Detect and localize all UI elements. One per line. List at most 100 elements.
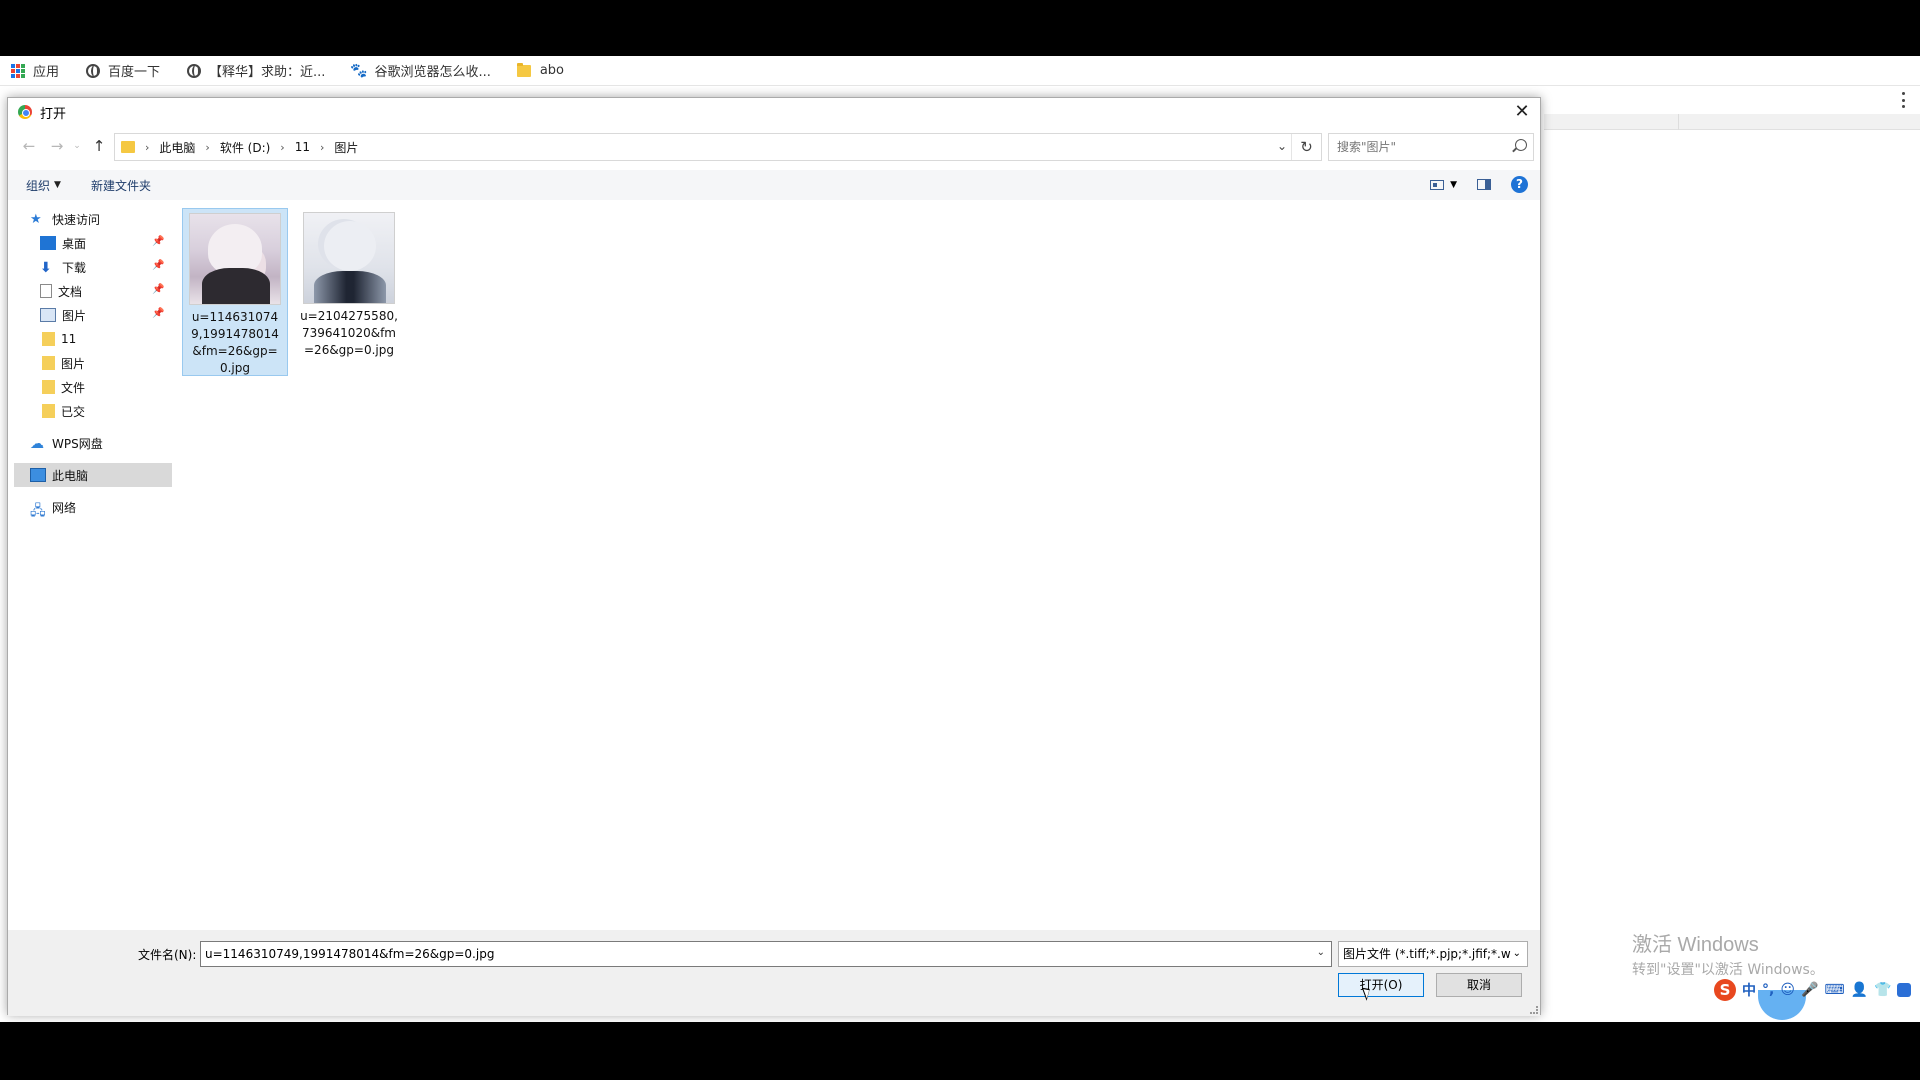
caret-down-icon[interactable]: ▼ (1450, 180, 1457, 190)
image-thumbnail (189, 213, 281, 305)
chevron-right-icon[interactable]: › (320, 141, 324, 154)
forward-arrow-icon[interactable]: → (48, 136, 66, 156)
filename-combobox[interactable]: ⌄ (200, 941, 1332, 967)
download-arrow-icon: ⬇ (40, 260, 52, 276)
chevron-down-icon: ⌄ (1510, 942, 1521, 966)
breadcrumb-folder-11[interactable]: 11 (295, 140, 310, 154)
breadcrumb-this-pc[interactable]: 此电脑 (159, 139, 195, 156)
skin-icon[interactable]: 👕 (1874, 982, 1891, 998)
breadcrumb-pictures[interactable]: 图片 (334, 139, 358, 156)
bookmark-label: abo (539, 63, 565, 78)
sidebar-item-downloads[interactable]: ⬇ 下载 (40, 256, 86, 278)
bookmark-apps[interactable]: 应用 (10, 61, 59, 80)
user-icon[interactable]: 👤 (1851, 982, 1868, 998)
sidebar-item-pictures[interactable]: 图片 (40, 304, 86, 326)
sidebar-item-desktop[interactable]: 桌面 (40, 232, 86, 254)
background-page-bar (1544, 114, 1920, 130)
ime-mode[interactable]: 中 (1742, 980, 1756, 1000)
address-bar[interactable]: › 此电脑 › 软件 (D:) › 11 › 图片 ⌄ ↻ (114, 133, 1322, 161)
computer-icon (30, 468, 46, 482)
breadcrumb: › 此电脑 › 软件 (D:) › 11 › 图片 (145, 139, 358, 156)
dialog-title: 打开 (40, 106, 67, 122)
refresh-icon[interactable]: ↻ (1291, 134, 1321, 160)
navigation-pane: ★ 快速访问 桌面 📌 ⬇ 下载 📌 文档 📌 图片 📌 11 图片 文件 已交… (8, 204, 172, 930)
recent-locations-chevron-icon[interactable]: ⌄ (68, 136, 86, 156)
cancel-button[interactable]: 取消 (1436, 973, 1522, 997)
sidebar-item-folder-11[interactable]: 11 (42, 328, 76, 350)
microphone-icon[interactable]: 🎤 (1801, 982, 1818, 998)
emoji-icon[interactable]: ☺ (1780, 982, 1795, 998)
search-icon[interactable] (1515, 139, 1527, 151)
sidebar-item-label: 文档 (58, 284, 83, 299)
filename-input[interactable] (205, 947, 1305, 961)
chevron-down-icon[interactable]: ⌄ (1317, 947, 1325, 958)
sogou-logo-icon[interactable]: S (1714, 979, 1736, 1001)
open-button[interactable]: 打开(O) (1338, 973, 1424, 997)
sidebar-item-network[interactable]: 🖧 网络 (30, 496, 76, 520)
sidebar-item-label: 快速访问 (52, 212, 101, 227)
breadcrumb-drive-d[interactable]: 软件 (D:) (220, 139, 270, 156)
sidebar-item-folder-files[interactable]: 文件 (42, 376, 85, 398)
sidebar-item-folder-pictures[interactable]: 图片 (42, 352, 85, 374)
close-icon[interactable]: ✕ (1512, 102, 1532, 122)
network-icon: 🖧 (30, 503, 46, 519)
resize-grip-icon[interactable] (1530, 1006, 1538, 1014)
toolbox-icon[interactable] (1897, 983, 1912, 997)
pin-icon[interactable]: 📌 (152, 308, 164, 319)
baidu-paw-icon: 🐾 (350, 62, 368, 79)
sidebar-item-label: 此电脑 (52, 468, 89, 483)
filetype-value: 图片文件 (*.tiff;*.pjp;*.jfif;*.wel (1343, 947, 1522, 961)
dialog-footer: 文件名(N): ⌄ 图片文件 (*.tiff;*.pjp;*.jfif;*.we… (8, 930, 1540, 1016)
chevron-right-icon[interactable]: › (280, 141, 284, 154)
chevron-right-icon: › (145, 140, 150, 154)
pictures-icon (40, 308, 56, 322)
sidebar-item-documents[interactable]: 文档 (40, 280, 82, 302)
more-menu-icon[interactable] (1902, 92, 1906, 108)
globe-icon (186, 63, 201, 78)
chevron-down-icon[interactable]: ⌄ (1277, 139, 1287, 153)
punctuation-icon[interactable]: °, (1762, 982, 1774, 998)
sidebar-item-folder-submitted[interactable]: 已交 (42, 400, 85, 422)
view-controls: ▼ ? (1430, 176, 1528, 193)
sidebar-item-label: 文件 (61, 380, 86, 395)
sidebar-item-label: 11 (61, 332, 77, 346)
watermark-subtitle: 转到"设置"以激活 Windows。 (1632, 962, 1824, 978)
preview-pane-icon[interactable] (1477, 179, 1491, 190)
bookmark-help-post[interactable]: 【释华】求助：近... (186, 61, 325, 80)
sidebar-item-quick-access[interactable]: ★ 快速访问 (30, 208, 100, 230)
navigation-row: ← → ⌄ ↑ › 此电脑 › 软件 (D:) › 11 › 图片 ⌄ ↻ (8, 132, 1540, 162)
organize-button[interactable]: 组织 ▼ (26, 177, 61, 194)
search-box[interactable] (1328, 133, 1534, 161)
document-icon (40, 284, 52, 298)
pin-icon[interactable]: 📌 (152, 236, 164, 247)
organize-label: 组织 (26, 178, 51, 193)
help-icon[interactable]: ? (1511, 176, 1528, 193)
desktop-icon (40, 236, 56, 250)
up-arrow-icon[interactable]: ↑ (90, 136, 108, 156)
bookmark-chrome-question[interactable]: 🐾 谷歌浏览器怎么收... (350, 61, 491, 81)
folder-icon (42, 356, 55, 370)
folder-icon (42, 380, 55, 394)
bookmark-label: 【释华】求助：近... (209, 65, 326, 80)
sidebar-item-label: 已交 (61, 404, 86, 419)
back-arrow-icon[interactable]: ← (20, 136, 38, 156)
keyboard-icon[interactable]: ⌨ (1824, 982, 1844, 998)
sidebar-item-this-pc[interactable]: 此电脑 (30, 464, 88, 486)
bookmark-baidu[interactable]: 百度一下 (85, 61, 160, 80)
change-view-icon[interactable] (1430, 179, 1445, 190)
new-folder-button[interactable]: 新建文件夹 (91, 177, 151, 194)
sidebar-item-label: 下载 (62, 260, 87, 275)
folder-icon (121, 141, 135, 153)
bookmark-abo-folder[interactable]: abo (517, 62, 565, 78)
sidebar-item-wps-cloud[interactable]: ☁ WPS网盘 (30, 432, 103, 454)
chevron-right-icon[interactable]: › (205, 141, 209, 154)
pin-icon[interactable]: 📌 (152, 260, 164, 271)
pin-icon[interactable]: 📌 (152, 284, 164, 295)
search-input[interactable] (1337, 140, 1497, 154)
folder-icon (517, 62, 532, 78)
image-thumbnail (303, 212, 395, 304)
filetype-select[interactable]: 图片文件 (*.tiff;*.pjp;*.jfif;*.wel ⌄ (1338, 941, 1528, 967)
file-item[interactable]: u=1146310749,1991478014&fm=26&gp=0.jpg (182, 208, 288, 376)
file-item[interactable]: u=2104275580,739641020&fm=26&gp=0.jpg (296, 208, 402, 359)
folder-icon (42, 332, 55, 346)
